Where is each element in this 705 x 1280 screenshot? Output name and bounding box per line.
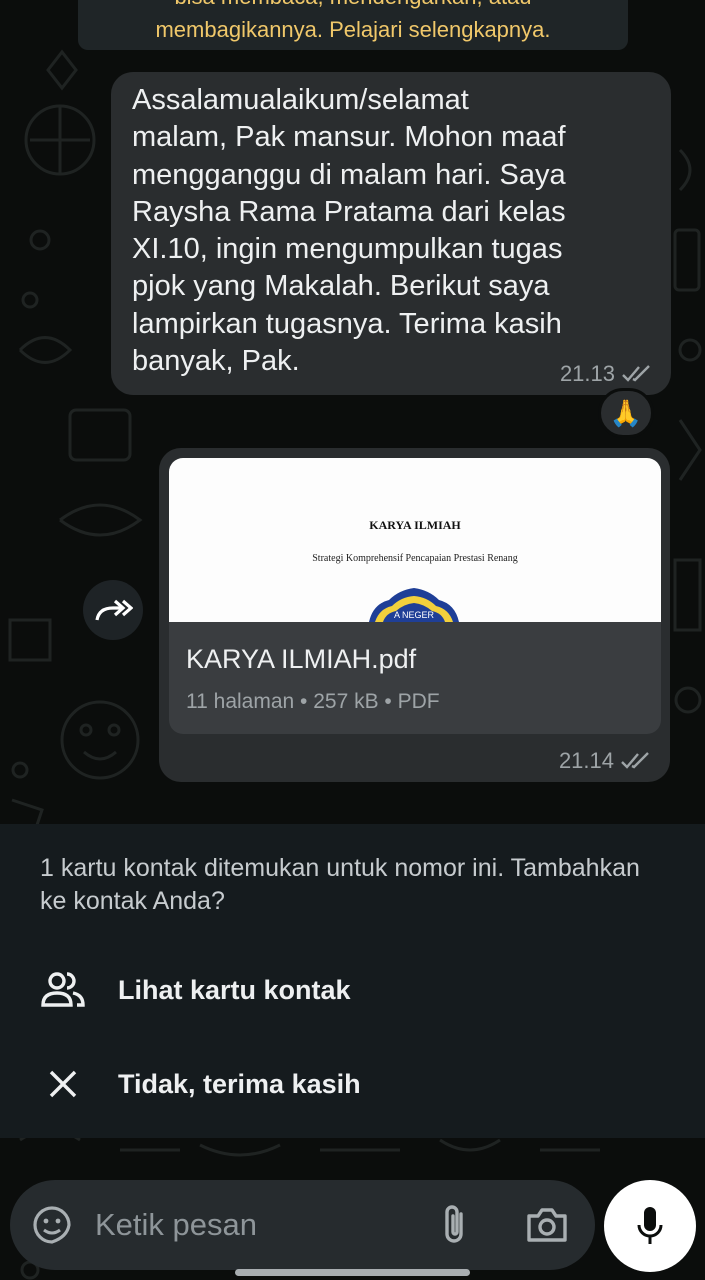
sticker-icon[interactable]	[31, 1204, 73, 1246]
double-check-icon	[622, 365, 650, 382]
document-info: 11 halaman • 257 kB • PDF	[186, 690, 440, 713]
voice-message-button[interactable]	[604, 1180, 696, 1272]
message-input-bar[interactable]: Ketik pesan	[10, 1180, 595, 1270]
dismiss-label: Tidak, terima kasih	[118, 1068, 361, 1099]
contacts-icon	[41, 972, 85, 1007]
preview-subtitle: Strategi Komprehensif Pencapaian Prestas…	[312, 553, 518, 564]
message-input[interactable]: Ketik pesan	[95, 1207, 257, 1243]
document-filename: KARYA ILMIAH.pdf	[186, 644, 417, 674]
forward-icon	[95, 599, 133, 621]
camera-icon[interactable]	[525, 1204, 569, 1246]
document-preview: KARYA ILMIAH Strategi Komprehensif Penca…	[169, 458, 661, 622]
svg-text:A NEGER: A NEGER	[394, 610, 435, 620]
attach-icon[interactable]	[435, 1202, 475, 1248]
pray-emoji: 🙏	[609, 397, 643, 428]
close-icon	[49, 1070, 77, 1098]
message-time: 21.14	[558, 748, 614, 773]
notice-line-2: membagikannya. Pelajari selengkapnya.	[155, 17, 551, 42]
outgoing-message-bubble[interactable]: Assalamualaikum/selamat malam, Pak mansu…	[111, 72, 671, 395]
school-logo: A NEGER	[369, 588, 459, 622]
add-contact-panel: 1 kartu kontak ditemukan untuk nomor ini…	[0, 824, 705, 1138]
outgoing-document-bubble[interactable]: KARYA ILMIAH Strategi Komprehensif Penca…	[159, 448, 670, 782]
message-meta: 21.13	[560, 361, 653, 387]
preview-title: KARYA ILMIAH	[369, 518, 461, 532]
mic-icon	[637, 1207, 663, 1244]
message-time: 21.13	[559, 361, 615, 386]
notice-line-1: bisa membaca, mendengarkan, atau	[78, 0, 628, 13]
home-indicator[interactable]	[235, 1269, 470, 1276]
reaction-badge[interactable]: 🙏	[598, 388, 654, 438]
message-text: Assalamualaikum/selamat malam, Pak mansu…	[132, 84, 566, 378]
contact-found-message: 1 kartu kontak ditemukan untuk nomor ini…	[40, 854, 640, 915]
double-check-icon	[621, 752, 649, 769]
view-contact-card-button[interactable]: Lihat kartu kontak	[0, 950, 705, 1030]
message-meta: 21.14	[559, 748, 652, 774]
encryption-notice[interactable]: bisa membaca, mendengarkan, atau membagi…	[78, 0, 628, 50]
dismiss-button[interactable]: Tidak, terima kasih	[0, 1044, 705, 1124]
document-card[interactable]: KARYA ILMIAH Strategi Komprehensif Penca…	[169, 458, 661, 734]
view-contact-card-label: Lihat kartu kontak	[118, 974, 351, 1005]
forward-button[interactable]	[83, 580, 143, 640]
